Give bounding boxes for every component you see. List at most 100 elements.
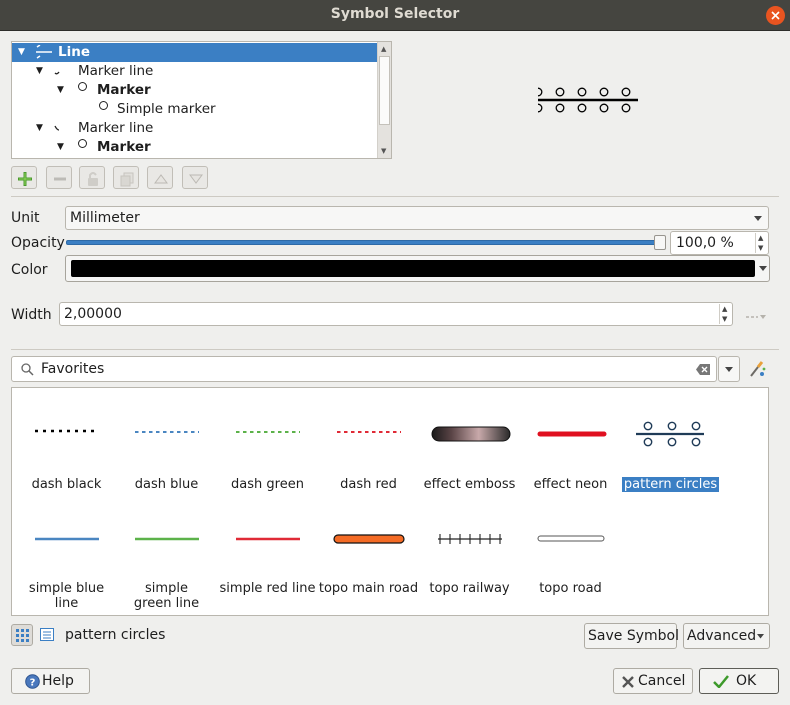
- tree-item-marker[interactable]: ▼ Marker: [12, 138, 378, 157]
- expand-arrow-icon[interactable]: ▼: [57, 142, 64, 152]
- cancel-icon: [622, 676, 634, 688]
- save-symbol-button[interactable]: Save Symbol: [584, 623, 679, 649]
- cancel-label: Cancel: [638, 673, 686, 689]
- duplicate-layer-button[interactable]: [113, 166, 139, 189]
- add-layer-button[interactable]: [11, 166, 37, 189]
- expand-arrow-icon[interactable]: ▼: [18, 47, 25, 57]
- move-down-button[interactable]: [182, 166, 208, 189]
- spin-up-icon[interactable]: ▲: [758, 234, 763, 242]
- spin-down-icon[interactable]: ▼: [722, 315, 727, 323]
- symbol-name: dash green: [231, 477, 304, 492]
- duplicate-icon: [120, 172, 134, 187]
- expand-arrow-icon[interactable]: ▼: [36, 66, 43, 76]
- tree-item-marker-line[interactable]: ▼ Marker line: [12, 119, 378, 138]
- search-icon: [21, 363, 34, 376]
- pattern-circles-preview: [636, 421, 704, 447]
- symbol-name: topo railway: [429, 581, 510, 596]
- symbol-name: dash blue: [134, 477, 199, 492]
- marker-line-icon: [54, 71, 60, 75]
- opacity-spinbox[interactable]: 100,0 % ▲ ▼: [670, 231, 769, 255]
- lock-layer-button[interactable]: [79, 166, 105, 189]
- opacity-slider-handle[interactable]: [654, 235, 666, 250]
- tree-item-label: Line: [58, 44, 90, 60]
- clear-search-icon[interactable]: [696, 364, 710, 375]
- symbol-item[interactable]: effect emboss: [419, 388, 520, 498]
- tree-item-marker-line[interactable]: ▼ Marker line: [12, 62, 378, 81]
- symbol-item[interactable]: simple blue line: [16, 498, 117, 613]
- symbol-item[interactable]: topo main road: [318, 498, 419, 613]
- scroll-up-icon[interactable]: ▲: [381, 45, 386, 53]
- chevron-down-icon: [757, 634, 764, 639]
- symbol-item[interactable]: effect neon: [520, 388, 621, 498]
- arrow-up-icon: [154, 174, 168, 184]
- symbol-item-selected[interactable]: pattern circles: [620, 388, 721, 498]
- style-manager-icon[interactable]: [748, 360, 766, 378]
- move-up-button[interactable]: [147, 166, 173, 189]
- search-dropdown-button[interactable]: [718, 356, 740, 382]
- symbol-name: effect neon: [533, 477, 608, 492]
- spin-up-icon[interactable]: ▲: [722, 305, 727, 313]
- tree-item-simple-marker[interactable]: Simple marker: [12, 100, 378, 119]
- opacity-spin-buttons[interactable]: ▲ ▼: [755, 233, 767, 253]
- svg-text:?: ?: [30, 678, 36, 689]
- effect-emboss-preview: [431, 426, 511, 442]
- symbol-item[interactable]: simple red line: [217, 498, 318, 613]
- symbol-item[interactable]: dash green: [217, 388, 318, 498]
- unit-combobox[interactable]: Millimeter: [65, 206, 769, 230]
- simple-green-line-preview: [135, 537, 199, 541]
- cancel-button[interactable]: Cancel: [613, 668, 693, 694]
- spin-down-icon[interactable]: ▼: [758, 244, 763, 252]
- symbol-library-list[interactable]: dash black dash blue dash green dash red…: [11, 387, 769, 616]
- dash-red-preview: [337, 431, 401, 433]
- symbol-name: effect emboss: [423, 477, 516, 492]
- advanced-label: Advanced: [687, 628, 757, 644]
- close-button[interactable]: [766, 6, 785, 25]
- marker-circle-icon: [78, 82, 87, 91]
- expand-arrow-icon[interactable]: ▼: [57, 85, 64, 95]
- color-swatch: [71, 260, 755, 277]
- close-icon: [771, 11, 780, 20]
- width-spin-buttons[interactable]: ▲ ▼: [719, 304, 731, 324]
- symbol-name-highlight: pattern circles: [621, 477, 720, 492]
- topo-main-road-preview: [333, 534, 405, 544]
- help-button[interactable]: ? Help: [11, 668, 90, 694]
- symbol-name: topo road: [539, 581, 602, 596]
- advanced-button[interactable]: Advanced: [683, 623, 770, 649]
- icon-view-button[interactable]: [11, 624, 33, 646]
- unit-label: Unit: [11, 210, 40, 226]
- scroll-down-icon[interactable]: ▼: [381, 147, 386, 155]
- color-button[interactable]: [65, 255, 770, 282]
- tree-item-marker[interactable]: ▼ Marker: [12, 81, 378, 100]
- symbol-layer-tree[interactable]: ▼ Line ▼ Marker line ▼ Marker Simple mar…: [11, 41, 392, 159]
- symbol-preview: [537, 87, 638, 113]
- topo-road-preview: [537, 535, 605, 542]
- tree-item-label: Marker: [97, 82, 151, 98]
- symbol-item[interactable]: topo road: [520, 498, 621, 613]
- symbol-search-box[interactable]: Favorites: [11, 356, 717, 382]
- data-defined-override-icon[interactable]: [745, 312, 769, 322]
- search-value: Favorites: [41, 361, 105, 377]
- width-spinbox[interactable]: 2,00000 ▲ ▼: [59, 302, 733, 326]
- opacity-slider[interactable]: [66, 233, 666, 253]
- opacity-label: Opacity: [11, 235, 65, 251]
- remove-layer-button[interactable]: [46, 166, 72, 189]
- tree-item-line[interactable]: ▼ Line: [12, 43, 378, 62]
- expand-arrow-icon[interactable]: ▼: [36, 123, 43, 133]
- title-bar: Symbol Selector: [0, 0, 790, 31]
- tree-scrollbar[interactable]: ▲ ▼: [377, 42, 391, 158]
- opacity-value: 100,0 %: [676, 235, 734, 251]
- width-value: 2,00000: [64, 306, 122, 322]
- tree-item-label: Marker: [97, 139, 151, 155]
- symbol-item[interactable]: simple green line: [116, 498, 217, 613]
- symbol-item[interactable]: dash red: [318, 388, 419, 498]
- tree-item-label: Marker line: [78, 63, 154, 79]
- help-label: Help: [42, 673, 74, 689]
- symbol-item[interactable]: dash blue: [116, 388, 217, 498]
- arrow-down-icon: [189, 174, 203, 184]
- scrollbar-thumb[interactable]: [379, 56, 390, 125]
- checkmark-icon: [713, 675, 729, 688]
- list-view-button[interactable]: [36, 624, 58, 646]
- symbol-item[interactable]: topo railway: [419, 498, 520, 613]
- ok-button[interactable]: OK: [699, 668, 779, 694]
- symbol-item[interactable]: dash black: [16, 388, 117, 498]
